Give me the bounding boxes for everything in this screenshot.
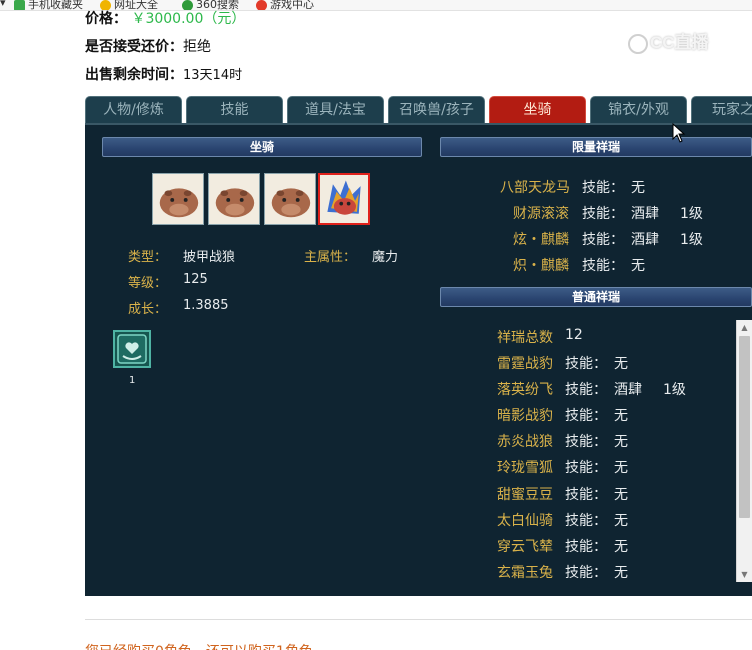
normal-skill: 酒肆 bbox=[614, 382, 642, 398]
cc-logo-icon bbox=[628, 33, 648, 54]
limited-skill: 无 bbox=[631, 180, 645, 196]
capybara-mount-icon bbox=[265, 174, 315, 224]
normal-total-label: 祥瑞总数 bbox=[497, 330, 553, 346]
phone-icon bbox=[14, 0, 25, 10]
normal-skill-label: 技能： bbox=[565, 513, 607, 529]
normal-name: 暗影战豹 bbox=[497, 408, 553, 424]
normal-name: 甜蜜豆豆 bbox=[497, 487, 553, 503]
limited-skill: 酒肆 bbox=[631, 206, 659, 222]
limited-name: 八部天龙马 bbox=[500, 180, 570, 196]
tab-bar: 人物/修炼 技能 道具/法宝 召唤兽/孩子 坐骑 锦衣/外观 玩家之 bbox=[85, 96, 752, 123]
main-attr-label: 主属性： bbox=[304, 250, 357, 265]
normal-skill-label: 技能： bbox=[565, 382, 607, 398]
normal-skill: 无 bbox=[614, 460, 628, 476]
limited-skill-label: 技能： bbox=[582, 232, 624, 248]
mount-slot[interactable] bbox=[208, 173, 260, 225]
bargain-value: 拒绝 bbox=[183, 39, 211, 55]
normal-skill-label: 技能： bbox=[565, 434, 607, 450]
normal-skill: 无 bbox=[614, 539, 628, 555]
price-label: 价格： bbox=[85, 11, 127, 27]
heart-badge-icon bbox=[117, 334, 147, 364]
tab-items[interactable]: 道具/法宝 bbox=[287, 96, 384, 123]
mouse-cursor-icon bbox=[672, 123, 686, 143]
qilin-mount-icon bbox=[320, 175, 368, 223]
level-value: 125 bbox=[183, 272, 208, 287]
game-icon bbox=[256, 0, 267, 10]
capybara-mount-icon bbox=[153, 174, 203, 224]
normal-skill: 无 bbox=[614, 565, 628, 581]
normal-skill-label: 技能： bbox=[565, 539, 607, 555]
normal-name: 太白仙骑 bbox=[497, 513, 553, 529]
limited-skill: 无 bbox=[631, 258, 645, 274]
normal-name: 玄霜玉兔 bbox=[497, 565, 553, 581]
normal-skill: 无 bbox=[614, 434, 628, 450]
normal-skill-label: 技能： bbox=[565, 487, 607, 503]
tab-skills[interactable]: 技能 bbox=[186, 96, 283, 123]
bargain-row: 是否接受还价：拒绝 bbox=[85, 36, 211, 56]
bookmark-chevron[interactable]: ▾ bbox=[0, 0, 6, 9]
normal-list-scrollbar[interactable]: ▲ ▼ bbox=[736, 320, 752, 582]
normal-skill: 无 bbox=[614, 513, 628, 529]
type-label: 类型： bbox=[128, 250, 168, 265]
normal-header: 普通祥瑞 bbox=[440, 287, 752, 307]
time-value: 13天14时 bbox=[183, 68, 243, 83]
growth-value: 1.3885 bbox=[183, 298, 229, 313]
limited-name: 炫・麒麟 bbox=[513, 232, 569, 248]
time-row: 出售剩余时间：13天14时 bbox=[85, 64, 242, 84]
type-value: 披甲战狼 bbox=[183, 250, 236, 265]
mount-slot[interactable] bbox=[264, 173, 316, 225]
cc-watermark: CC直播 bbox=[628, 28, 709, 54]
mount-slot[interactable] bbox=[152, 173, 204, 225]
bargain-label: 是否接受还价： bbox=[85, 39, 183, 55]
normal-total-value: 12 bbox=[565, 327, 583, 343]
purchase-status-text: 您已经购买0角色，还可以购买1角色 bbox=[85, 641, 313, 650]
normal-skill-label: 技能： bbox=[565, 356, 607, 372]
normal-skill-level: 1级 bbox=[663, 382, 686, 398]
limited-skill-level: 1级 bbox=[680, 232, 703, 248]
tab-pets[interactable]: 召唤兽/孩子 bbox=[388, 96, 485, 123]
normal-name: 穿云飞辇 bbox=[497, 539, 553, 555]
divider bbox=[85, 619, 752, 620]
limited-skill-label: 技能： bbox=[582, 180, 624, 196]
scroll-up-arrow-icon[interactable]: ▲ bbox=[737, 320, 752, 335]
scrollbar-thumb[interactable] bbox=[739, 336, 750, 518]
limited-skill: 酒肆 bbox=[631, 232, 659, 248]
normal-name: 赤炎战狼 bbox=[497, 434, 553, 450]
limited-skill-level: 1级 bbox=[680, 206, 703, 222]
normal-name: 落英纷飞 bbox=[497, 382, 553, 398]
mount-panel: 坐骑 限量祥瑞 类型： 披甲战狼 主属性： 魔力 等级： 125 成长： 1.3… bbox=[85, 123, 752, 596]
bookmark-mobile[interactable]: 手机收藏夹 bbox=[14, 0, 83, 10]
normal-skill: 无 bbox=[614, 487, 628, 503]
limited-name: 财源滚滚 bbox=[513, 206, 569, 222]
limited-skill-label: 技能： bbox=[582, 206, 624, 222]
normal-skill: 无 bbox=[614, 408, 628, 424]
main-attr-value: 魔力 bbox=[372, 250, 399, 265]
limited-name: 炽・麒麟 bbox=[513, 258, 569, 274]
normal-skill-label: 技能： bbox=[565, 408, 607, 424]
level-label: 等级： bbox=[128, 276, 168, 291]
tab-mounts[interactable]: 坐骑 bbox=[489, 96, 586, 123]
normal-skill-label: 技能： bbox=[565, 565, 607, 581]
mount-skill-count: 1 bbox=[129, 375, 136, 386]
normal-name: 雷霆战豹 bbox=[497, 356, 553, 372]
page: ▾ 手机收藏夹 网址大全 360搜索 游戏中心 价格： ￥3000.00（元） … bbox=[0, 0, 752, 650]
limited-header: 限量祥瑞 bbox=[440, 137, 752, 157]
mount-slot-selected[interactable] bbox=[318, 173, 370, 225]
normal-skill-label: 技能： bbox=[565, 460, 607, 476]
price-value: ￥3000.00（元） bbox=[131, 11, 246, 27]
scroll-down-arrow-icon[interactable]: ▼ bbox=[737, 567, 752, 582]
price-row: 价格： ￥3000.00（元） bbox=[85, 8, 245, 28]
tab-player[interactable]: 玩家之 bbox=[691, 96, 752, 123]
growth-label: 成长： bbox=[128, 302, 168, 317]
bookmark-games[interactable]: 游戏中心 bbox=[256, 0, 314, 10]
tab-outfits[interactable]: 锦衣/外观 bbox=[590, 96, 687, 123]
mount-header: 坐骑 bbox=[102, 137, 422, 157]
limited-skill-label: 技能： bbox=[582, 258, 624, 274]
mount-skill-icon[interactable] bbox=[113, 330, 151, 368]
capybara-mount-icon bbox=[209, 174, 259, 224]
normal-name: 玲珑雪狐 bbox=[497, 460, 553, 476]
time-label: 出售剩余时间： bbox=[85, 67, 183, 83]
tab-character[interactable]: 人物/修炼 bbox=[85, 96, 182, 123]
normal-skill: 无 bbox=[614, 356, 628, 372]
